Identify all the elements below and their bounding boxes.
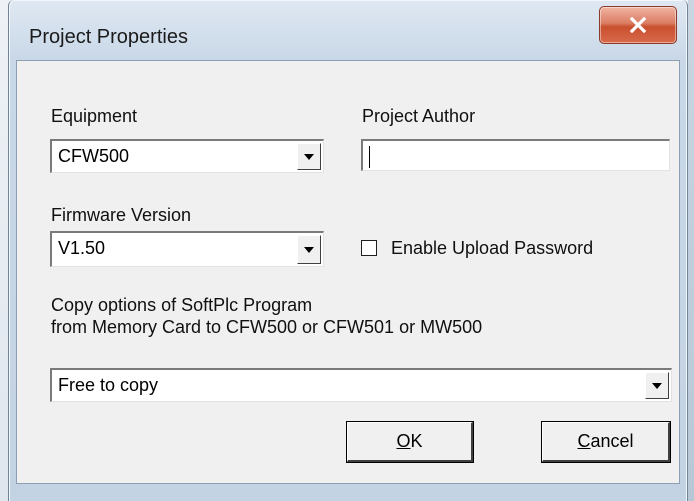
- close-icon: [629, 17, 647, 33]
- equipment-value: CFW500: [58, 146, 130, 166]
- chevron-down-icon: [304, 153, 314, 160]
- firmware-version-value: V1.50: [58, 238, 106, 258]
- ok-mnemonic: O: [396, 431, 411, 451]
- ok-button[interactable]: OK: [347, 422, 473, 462]
- project-author-input[interactable]: [361, 139, 670, 171]
- equipment-dropdown-button[interactable]: [297, 143, 321, 170]
- project-properties-dialog: Project Properties Equipment CFW500 Proj…: [8, 0, 688, 501]
- copy-options-dropdown-button[interactable]: [645, 372, 669, 399]
- upload-password-checkbox[interactable]: [361, 240, 377, 256]
- copy-options-label-line2: from Memory Card to CFW500 or CFW501 or …: [51, 317, 483, 337]
- copy-options-value: Free to copy: [58, 375, 159, 395]
- firmware-version-select[interactable]: V1.50: [50, 231, 324, 267]
- copy-options-label-line1: Copy options of SoftPlc Program: [51, 295, 313, 315]
- dialog-title: Project Properties: [29, 26, 188, 48]
- close-button[interactable]: [599, 6, 677, 44]
- dialog-client-area: Equipment CFW500 Project Author Firmware…: [16, 60, 680, 484]
- chevron-down-icon: [304, 246, 314, 253]
- text-caret: [369, 146, 370, 168]
- ok-label: K: [410, 431, 423, 451]
- firmware-dropdown-button[interactable]: [297, 235, 321, 264]
- firmware-version-label: Firmware Version: [51, 205, 192, 225]
- project-author-label: Project Author: [362, 106, 476, 126]
- upload-password-label[interactable]: Enable Upload Password: [391, 238, 593, 259]
- cancel-label: ancel: [590, 431, 634, 451]
- cancel-mnemonic: C: [577, 431, 591, 451]
- copy-options-select[interactable]: Free to copy: [50, 368, 672, 402]
- chevron-down-icon: [652, 382, 662, 389]
- cancel-button[interactable]: Cancel: [542, 422, 670, 462]
- equipment-label: Equipment: [51, 106, 138, 126]
- equipment-select[interactable]: CFW500: [50, 139, 324, 173]
